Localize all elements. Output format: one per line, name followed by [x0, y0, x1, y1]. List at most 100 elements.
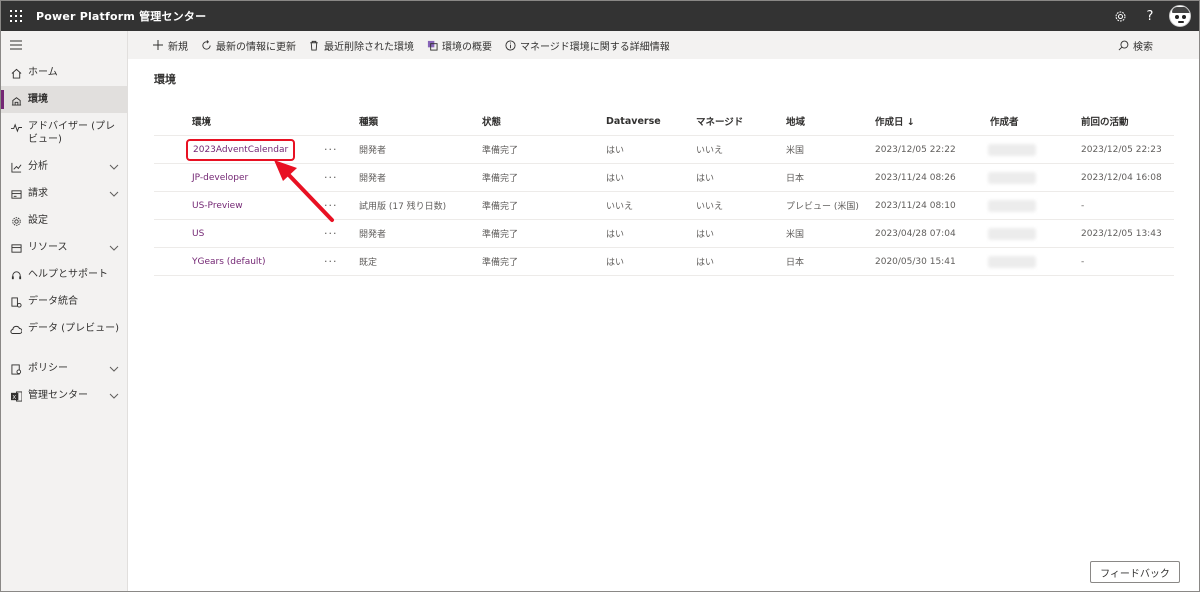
- sidebar-item-label: ヘルプとサポート: [28, 269, 108, 280]
- sidebar-item-admin-centers[interactable]: X 管理センター: [1, 382, 127, 409]
- cell-type: 試用版 (17 残り日数): [359, 202, 447, 212]
- column-header-environment[interactable]: 環境: [192, 107, 211, 135]
- table-row[interactable]: JP-developer ··· 開発者 準備完了 はい はい 日本 2023/…: [154, 164, 1174, 192]
- gear-icon[interactable]: [1105, 1, 1135, 31]
- cell-dataverse: はい: [606, 174, 625, 184]
- cell-state: 準備完了: [482, 230, 519, 240]
- cell-managed: はい: [696, 230, 715, 240]
- sidebar-item-analytics[interactable]: 分析: [1, 153, 127, 180]
- sidebar-item-help-support[interactable]: ヘルプとサポート: [1, 261, 127, 288]
- sidebar: ホーム 環境 アドバイザー (プレビュー) 分析 請求 設定 リソース ヘルプと…: [1, 31, 128, 591]
- info-icon: [504, 39, 516, 51]
- managed-environments-info-label: マネージド環境に関する詳細情報: [520, 41, 670, 53]
- chevron-down-icon[interactable]: [109, 189, 119, 199]
- sidebar-item-home[interactable]: ホーム: [1, 59, 127, 86]
- home-icon: [10, 67, 22, 79]
- chevron-down-icon[interactable]: [109, 162, 119, 172]
- chevron-down-icon[interactable]: [109, 243, 119, 253]
- cell-managed: いいえ: [696, 202, 724, 212]
- top-bar: Power Platform 管理センター ?: [1, 1, 1199, 31]
- environment-link[interactable]: US: [192, 229, 204, 239]
- environment-link[interactable]: 2023AdventCalendar: [186, 138, 296, 161]
- cell-last-activity: -: [1081, 256, 1085, 267]
- app-title[interactable]: Power Platform 管理センター: [36, 8, 206, 24]
- environment-link[interactable]: JP-developer: [192, 173, 248, 183]
- cell-type: 既定: [359, 258, 378, 268]
- new-button[interactable]: 新規: [152, 38, 188, 53]
- cell-created: 2020/05/30 15:41: [875, 256, 956, 267]
- page-title: 環境: [154, 73, 176, 86]
- cell-created: 2023/12/05 22:22: [875, 144, 956, 155]
- cell-managed: はい: [696, 174, 715, 184]
- more-options-icon[interactable]: ···: [324, 136, 338, 163]
- cell-created: 2023/11/24 08:10: [875, 200, 956, 211]
- more-options-icon[interactable]: ···: [324, 220, 338, 247]
- recently-deleted-button[interactable]: 最近削除された環境: [308, 38, 414, 53]
- column-header-dataverse[interactable]: Dataverse: [606, 107, 661, 135]
- cell-dataverse: いいえ: [606, 202, 634, 212]
- hamburger-icon[interactable]: [1, 31, 127, 59]
- cell-managed: はい: [696, 258, 715, 268]
- table-row[interactable]: 2023AdventCalendar ··· 開発者 準備完了 はい いいえ 米…: [154, 136, 1174, 164]
- cell-created: 2023/11/24 08:26: [875, 172, 956, 183]
- sidebar-item-advisor[interactable]: アドバイザー (プレビュー): [1, 113, 127, 153]
- environment-link[interactable]: US-Preview: [192, 201, 243, 211]
- new-button-label: 新規: [168, 41, 188, 53]
- chevron-down-icon[interactable]: [109, 391, 119, 401]
- sidebar-item-policies[interactable]: ポリシー: [1, 355, 127, 382]
- cell-managed: いいえ: [696, 146, 724, 156]
- help-icon[interactable]: ?: [1135, 1, 1165, 31]
- column-header-type[interactable]: 種類: [359, 107, 378, 135]
- table-header-row: 環境 種類 状態 Dataverse マネージド 地域 作成日 ↓ 作成者 前回…: [154, 107, 1174, 136]
- column-header-state[interactable]: 状態: [482, 107, 501, 135]
- sidebar-item-label: データ統合: [28, 296, 78, 307]
- cell-dataverse: はい: [606, 146, 625, 156]
- sidebar-item-billing[interactable]: 請求: [1, 180, 127, 207]
- chevron-down-icon[interactable]: [109, 364, 119, 374]
- data-integration-icon: [10, 296, 22, 308]
- more-options-icon[interactable]: ···: [324, 192, 338, 219]
- environment-overview-button[interactable]: 環境の概要: [426, 38, 492, 53]
- app-launcher-icon[interactable]: [1, 1, 31, 31]
- column-header-created[interactable]: 作成日 ↓: [875, 107, 915, 135]
- feedback-button[interactable]: フィードバック: [1090, 561, 1180, 583]
- sidebar-item-environments[interactable]: 環境: [1, 86, 127, 113]
- search-box[interactable]: 検索: [1117, 38, 1153, 53]
- sidebar-item-resources[interactable]: リソース: [1, 234, 127, 261]
- environment-link[interactable]: YGears (default): [192, 257, 265, 267]
- headset-icon: [10, 269, 22, 281]
- table-row[interactable]: YGears (default) ··· 既定 準備完了 はい はい 日本 20…: [154, 248, 1174, 276]
- sidebar-item-settings[interactable]: 設定: [1, 207, 127, 234]
- cell-state: 準備完了: [482, 202, 519, 212]
- environment-icon: [10, 94, 22, 106]
- column-header-last-activity[interactable]: 前回の活動: [1081, 107, 1129, 135]
- sidebar-item-label: 管理センター: [28, 390, 88, 401]
- more-options-icon[interactable]: ···: [324, 164, 338, 191]
- column-header-managed[interactable]: マネージド: [696, 107, 743, 135]
- gear-icon: [10, 215, 22, 227]
- column-header-creator[interactable]: 作成者: [990, 107, 1019, 135]
- environments-table: 環境 種類 状態 Dataverse マネージド 地域 作成日 ↓ 作成者 前回…: [154, 107, 1174, 276]
- cell-created: 2023/04/28 07:04: [875, 228, 956, 239]
- table-row[interactable]: US ··· 開発者 準備完了 はい はい 米国 2023/04/28 07:0…: [154, 220, 1174, 248]
- cell-creator-redacted: [988, 199, 1036, 212]
- cell-last-activity: 2023/12/04 16:08: [1081, 172, 1162, 183]
- more-options-icon[interactable]: ···: [324, 248, 338, 275]
- cell-type: 開発者: [359, 146, 387, 156]
- refresh-button[interactable]: 最新の情報に更新: [200, 38, 296, 53]
- managed-environments-info-button[interactable]: マネージド環境に関する詳細情報: [504, 38, 670, 53]
- cell-state: 準備完了: [482, 258, 519, 268]
- avatar[interactable]: [1169, 5, 1191, 27]
- sidebar-item-data-integration[interactable]: データ統合: [1, 288, 127, 315]
- trash-icon: [308, 39, 320, 51]
- chart-icon: [10, 161, 22, 173]
- refresh-button-label: 最新の情報に更新: [216, 41, 296, 53]
- cell-region: 日本: [786, 174, 805, 184]
- table-row[interactable]: US-Preview ··· 試用版 (17 残り日数) 準備完了 いいえ いい…: [154, 192, 1174, 220]
- sidebar-item-data-preview[interactable]: データ (プレビュー): [1, 315, 127, 355]
- cell-type: 開発者: [359, 230, 387, 240]
- column-header-region[interactable]: 地域: [786, 107, 805, 135]
- cell-last-activity: 2023/12/05 13:43: [1081, 228, 1162, 239]
- svg-text:X: X: [12, 394, 16, 400]
- resources-icon: [10, 242, 22, 254]
